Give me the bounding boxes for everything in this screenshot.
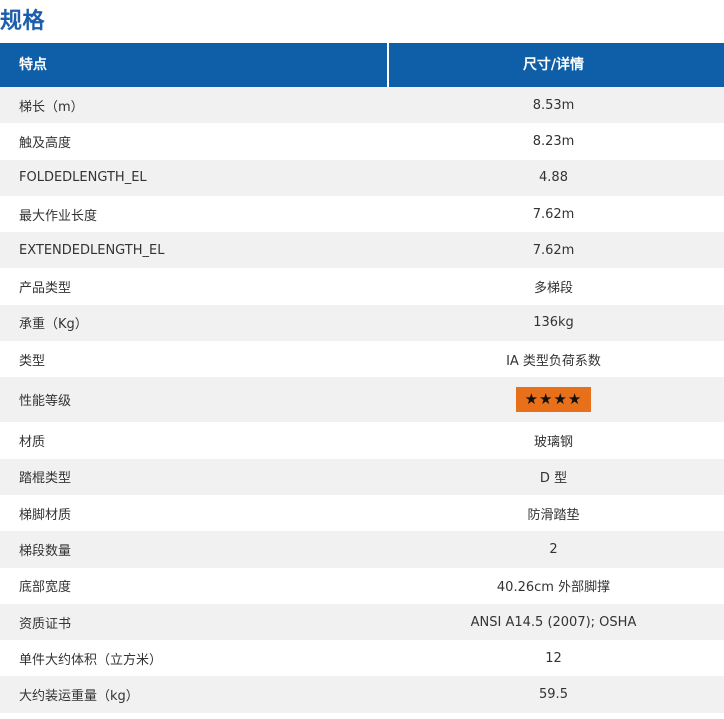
row-value: 59.5 (539, 687, 568, 703)
row-label: 材质 (19, 435, 46, 451)
table-row: 梯段数量 2 (0, 531, 724, 568)
header-feature: 特点 (0, 43, 389, 87)
row-value: 4.88 (539, 170, 568, 186)
row-label: 踏棍类型 (19, 471, 72, 487)
table-row: 踏棍类型 D 型 (0, 458, 724, 495)
table-row: 梯脚材质 防滑踏垫 (0, 494, 724, 532)
row-value: D 型 (539, 471, 568, 487)
table-row: 承重（Kg） 136kg (0, 304, 724, 342)
table-row: 材质 玻璃钢 (0, 422, 724, 459)
row-value: 防滑踏垫 (527, 507, 580, 523)
table-row: 触及高度 8.23m (0, 123, 724, 160)
table-row: 资质证书 ANSI A14.5 (2007); OSHA (0, 603, 724, 641)
row-value: 136kg (533, 315, 574, 331)
row-value: ANSI A14.5 (2007); OSHA (470, 614, 637, 630)
row-label: 梯段数量 (19, 543, 72, 559)
table-row: FOLDEDLENGTH_EL 4.88 (0, 159, 724, 196)
row-value: 7.62m (532, 242, 575, 258)
row-label: 产品类型 (19, 281, 72, 297)
table-row: 性能等级 ★★★★ (0, 377, 724, 423)
row-value: 12 (545, 650, 562, 666)
table-row: 大约装运重量（kg） 59.5 (0, 676, 724, 713)
row-label: 性能等级 (19, 394, 72, 410)
table-header: 特点 尺寸/详情 (0, 43, 724, 87)
row-label: 单件大约体积（立方米） (19, 652, 163, 668)
table-row: 产品类型 多梯段 (0, 268, 724, 305)
row-value: 2 (549, 541, 558, 557)
page-title: 规格 (0, 9, 46, 34)
row-label: 大约装运重量（kg） (19, 689, 139, 705)
row-label: FOLDEDLENGTH_EL (19, 170, 147, 186)
rating-stars-icon: ★★★★ (516, 387, 591, 413)
row-value: ★★★★ (389, 387, 724, 413)
row-label: 底部宽度 (19, 580, 72, 596)
row-value: 7.62m (532, 206, 575, 222)
row-label: EXTENDEDLENGTH_EL (19, 242, 165, 258)
table-row: 梯长（m） 8.53m (0, 87, 724, 124)
row-label: 资质证书 (19, 616, 72, 632)
row-label: 最大作业长度 (19, 208, 98, 224)
row-value: 8.23m (532, 133, 575, 149)
row-label: 触及高度 (19, 135, 72, 151)
row-value: 8.53m (532, 97, 575, 113)
table-row: 类型 IA 类型负荷系数 (0, 341, 724, 378)
table-row: 底部宽度 40.26cm 外部脚撑 (0, 567, 724, 604)
row-value: 玻璃钢 (533, 435, 573, 451)
header-detail: 尺寸/详情 (522, 57, 585, 73)
row-label: 梯脚材质 (19, 507, 72, 523)
table-row: 最大作业长度 7.62m (0, 195, 724, 233)
row-value: IA 类型负荷系数 (506, 353, 601, 369)
row-label: 类型 (19, 353, 46, 369)
row-label: 承重（Kg） (19, 317, 88, 333)
row-value: 40.26cm 外部脚撑 (496, 580, 611, 596)
row-label: 梯长（m） (19, 99, 84, 115)
table-row: EXTENDEDLENGTH_EL 7.62m (0, 232, 724, 269)
spec-table: 特点 尺寸/详情 梯长（m） 8.53m 触及高度 8.23m FOLDEDLE… (0, 43, 724, 713)
table-row: 单件大约体积（立方米） 12 (0, 640, 724, 677)
row-value: 多梯段 (533, 281, 573, 297)
